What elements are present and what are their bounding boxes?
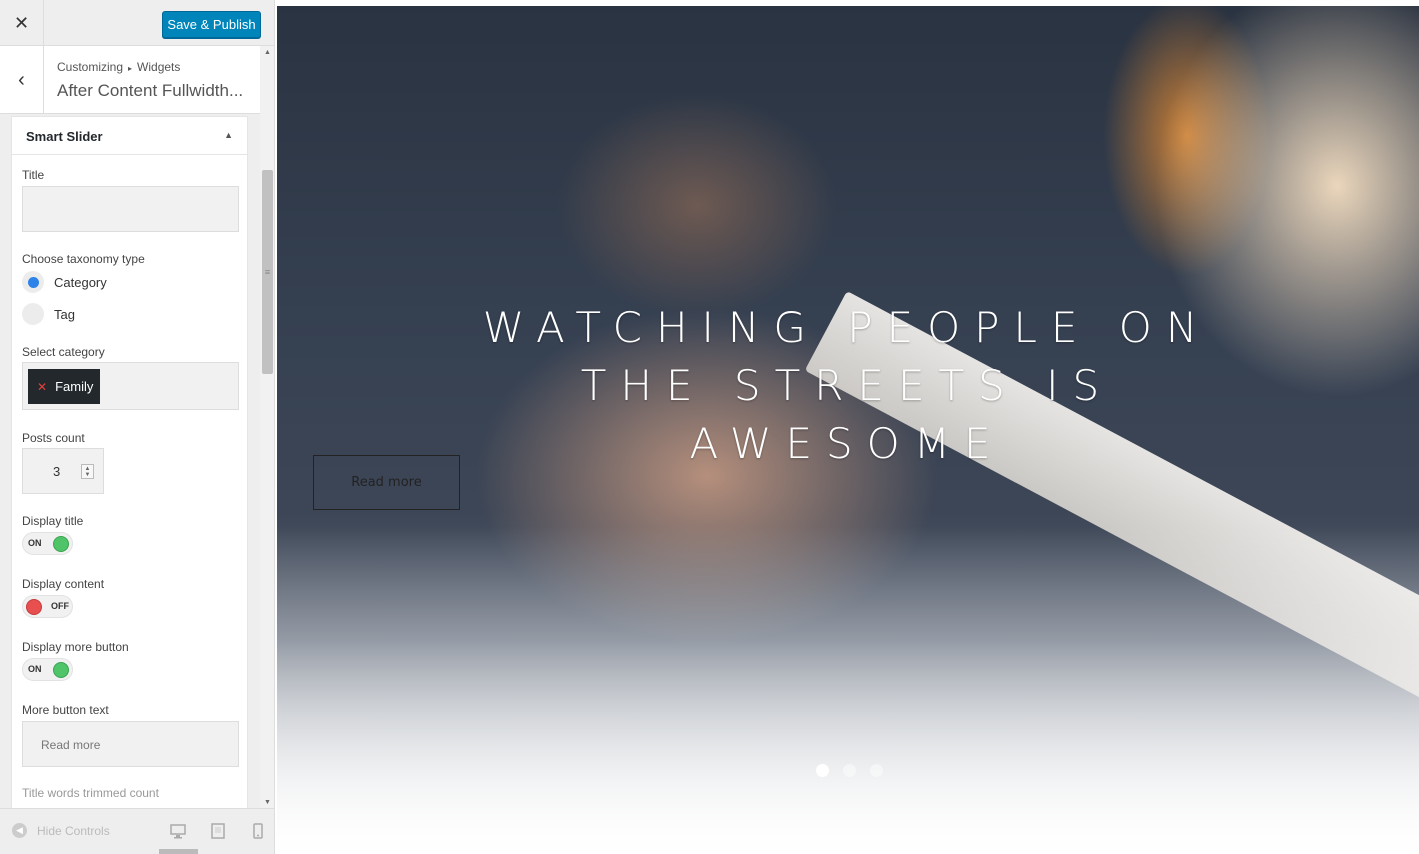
slider-headline: WATCHING PEOPLE ON THE STREETS IS AWESOM… xyxy=(482,303,1212,468)
slider-pagination xyxy=(816,764,897,777)
page-title: After Content Fullwidth... xyxy=(57,81,244,100)
toggle-knob-icon xyxy=(53,536,69,552)
sidebar-footer: ◀ Hide Controls xyxy=(0,808,274,854)
slide-dot-3[interactable] xyxy=(870,764,883,777)
widget-header[interactable]: Smart Slider ▲ xyxy=(12,117,247,155)
breadcrumb-separator-icon: ▸ xyxy=(128,64,133,73)
toggle-knob-icon xyxy=(26,599,42,615)
customizer-root: ✕ Save & Publish ‹ Customizing ▸ Widgets A… xyxy=(0,0,1419,854)
more-text-input[interactable]: Read more xyxy=(22,721,239,767)
widget-name: Smart Slider xyxy=(26,129,103,144)
more-text-label: More button text xyxy=(22,703,109,717)
remove-chip-icon[interactable]: ✕ xyxy=(37,380,47,394)
display-more-label: Display more button xyxy=(22,640,129,654)
toggle-knob-icon xyxy=(53,662,69,678)
display-more-toggle[interactable]: ON xyxy=(22,658,73,681)
posts-count-label: Posts count xyxy=(22,431,85,445)
smart-slider-widget: Smart Slider ▲ Title Choose taxonomy typ… xyxy=(11,116,248,808)
display-content-label: Display content xyxy=(22,577,105,591)
chevron-left-icon: ‹ xyxy=(18,68,25,91)
display-content-toggle[interactable]: OFF xyxy=(22,595,73,618)
toggle-state: ON xyxy=(28,664,42,674)
breadcrumb: Customizing ▸ Widgets xyxy=(57,60,180,74)
read-more-button[interactable]: Read more xyxy=(313,455,460,510)
posts-count-value: 3 xyxy=(53,464,61,479)
more-text-value: Read more xyxy=(41,738,101,752)
category-select[interactable]: ✕ Family xyxy=(22,362,239,410)
taxonomy-label: Choose taxonomy type xyxy=(22,252,145,266)
spinner-arrows-icon[interactable]: ▲ ▼ xyxy=(81,464,94,479)
sidebar-scroll-area: ‹ Customizing ▸ Widgets After Content Full… xyxy=(0,46,260,808)
back-button[interactable]: ‹ xyxy=(0,46,44,114)
radio-category[interactable]: Category xyxy=(22,270,107,294)
site-preview: WATCHING PEOPLE ON THE STREETS IS AWESOM… xyxy=(277,6,1419,850)
breadcrumb-root: Customizing xyxy=(57,60,124,74)
toggle-state: OFF xyxy=(51,601,69,611)
title-label: Title xyxy=(22,168,45,182)
breadcrumb-child: Widgets xyxy=(137,60,181,74)
sidebar-header: ✕ Save & Publish xyxy=(0,0,274,46)
sidebar-scrollbar[interactable]: ▲ ≡ ▼ xyxy=(260,46,274,808)
section-title: ‹ Customizing ▸ Widgets After Content Full… xyxy=(0,46,260,114)
scrollbar-thumb[interactable]: ≡ xyxy=(262,170,273,374)
hero-image-fade xyxy=(277,526,1419,850)
hide-controls-button[interactable]: ◀ Hide Controls xyxy=(12,823,110,838)
radio-button-icon xyxy=(22,303,44,325)
display-title-label: Display title xyxy=(22,514,84,528)
radio-button-icon xyxy=(22,271,44,293)
category-chip-label: Family xyxy=(55,379,94,394)
scroll-up-icon[interactable]: ▲ xyxy=(260,46,274,58)
posts-count-stepper[interactable]: 3 ▲ ▼ xyxy=(22,448,104,494)
trim-label: Title words trimmed count xyxy=(22,786,159,800)
category-label: Select category xyxy=(22,345,105,359)
radio-category-label: Category xyxy=(54,274,107,290)
desktop-icon[interactable] xyxy=(170,823,186,839)
toggle-state: ON xyxy=(28,538,42,548)
slide-dot-1[interactable] xyxy=(816,764,829,777)
mobile-icon[interactable] xyxy=(250,823,266,839)
collapse-arrow-icon[interactable]: ▲ xyxy=(224,130,233,140)
customizer-sidebar: ✕ Save & Publish ‹ Customizing ▸ Widgets A… xyxy=(0,0,275,854)
tablet-icon[interactable] xyxy=(210,823,226,839)
hide-controls-label: Hide Controls xyxy=(37,823,110,838)
display-title-toggle[interactable]: ON xyxy=(22,532,73,555)
title-input[interactable] xyxy=(22,186,239,232)
active-device-indicator xyxy=(159,849,198,854)
arrow-left-circle-icon: ◀ xyxy=(12,823,27,838)
close-icon: ✕ xyxy=(13,12,30,33)
save-publish-button[interactable]: Save & Publish xyxy=(162,11,261,38)
radio-tag[interactable]: Tag xyxy=(22,302,75,326)
category-chip: ✕ Family xyxy=(28,369,100,404)
slide-dot-2[interactable] xyxy=(843,764,856,777)
radio-tag-label: Tag xyxy=(54,306,75,322)
scroll-down-icon[interactable]: ▼ xyxy=(260,796,274,808)
close-customizer-button[interactable]: ✕ xyxy=(0,0,44,46)
